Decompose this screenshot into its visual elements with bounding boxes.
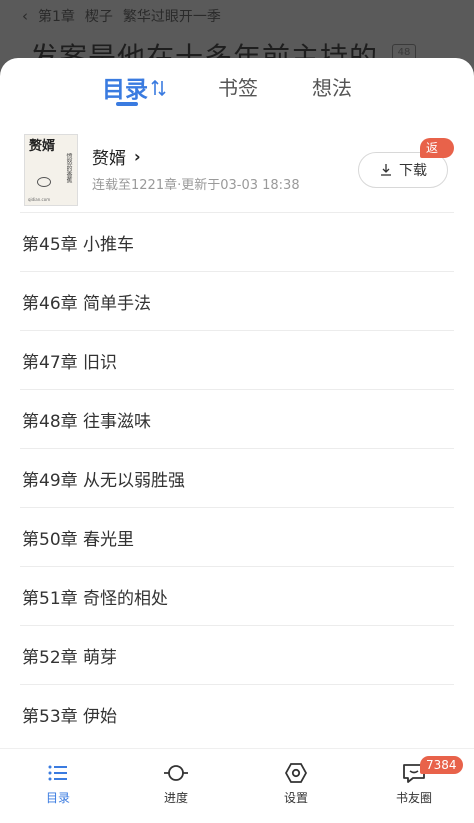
chevron-right-icon: › (134, 147, 141, 166)
progress-icon (164, 765, 188, 781)
active-tab-indicator (116, 102, 138, 106)
chapter-item[interactable]: 第50章 春光里 (20, 507, 454, 566)
nav-settings[interactable]: 设置 (266, 763, 326, 806)
nav-progress[interactable]: 进度 (146, 763, 206, 806)
friends-count-badge: 7384 (420, 756, 463, 774)
tab-bar: 目录 书签 想法 (0, 58, 474, 118)
chapter-title: 第45章 小推车 (22, 234, 135, 255)
book-cover[interactable]: 赘婿 愤怒的香蕉 qidian.com (24, 134, 78, 206)
book-title: 赘婿 (92, 149, 126, 169)
nav-settings-label: 设置 (283, 791, 308, 805)
reader-header: ‹ 第1章 楔子 繁华过眼开一季 (22, 6, 221, 26)
chapter-item[interactable]: 第51章 奇怪的相处 (20, 566, 454, 625)
download-label: 下载 (399, 163, 427, 179)
chapter-item[interactable]: 第47章 旧识 (20, 330, 454, 389)
chapter-title: 第47章 旧识 (22, 352, 118, 373)
book-update-info: 连载至1221章·更新于03-03 18:38 (92, 178, 300, 193)
chapter-title: 第46章 简单手法 (22, 293, 152, 314)
tab-toc[interactable]: 目录 (102, 70, 148, 104)
nav-friends-label: 书友圈 (395, 791, 432, 805)
rebate-badge: 返币 (420, 138, 454, 175)
chapter-title: 第49章 从无以弱胜强 (22, 470, 186, 491)
chapter-item[interactable]: 第48章 往事滋味 (20, 389, 454, 448)
tab-bookmarks[interactable]: 书签 (218, 72, 258, 101)
chapter-list: 第45章 小推车 第46章 简单手法 第47章 旧识 第48章 往事滋味 第49… (20, 212, 454, 743)
book-title-link[interactable]: 赘婿 › (92, 144, 141, 169)
chapter-title: 第50章 春光里 (22, 529, 135, 550)
chapter-title: 第51章 奇怪的相处 (22, 588, 169, 609)
cover-title: 赘婿 (29, 139, 56, 154)
bg-chapter-subtitle: 繁华过眼开一季 (122, 9, 221, 25)
nav-progress-label: 进度 (163, 791, 188, 805)
sort-icon[interactable] (150, 78, 168, 98)
cover-author: 愤怒的香蕉 (65, 153, 72, 183)
bg-chapter-label: 第1章 (38, 9, 75, 25)
chapter-title: 第48章 往事滋味 (22, 411, 152, 432)
nav-toc[interactable]: 目录 (28, 763, 88, 806)
chapter-item[interactable]: 第45章 小推车 (20, 212, 454, 271)
nav-toc-label: 目录 (45, 791, 70, 805)
cover-illustration (37, 177, 51, 187)
back-icon[interactable]: ‹ (22, 7, 28, 25)
chapter-item[interactable]: 第49章 从无以弱胜强 (20, 448, 454, 507)
chapter-item[interactable]: 第52章 萌芽 (20, 625, 454, 684)
catalog-sheet: 目录 书签 想法 赘婿 愤怒的香蕉 qidian.com 赘婿 › 连载至122… (0, 58, 474, 823)
bottom-nav: 目录 进度 设置 书友圈 (0, 748, 474, 823)
cover-url: qidian.com (28, 197, 51, 202)
bg-chapter-title: 楔子 (84, 9, 113, 25)
chapter-item[interactable]: 第46章 简单手法 (20, 271, 454, 330)
chapter-title: 第53章 伊始 (22, 706, 118, 727)
book-card[interactable]: 赘婿 愤怒的香蕉 qidian.com 赘婿 › 连载至1221章·更新于03-… (20, 132, 454, 214)
list-icon (48, 765, 67, 781)
download-icon (381, 164, 391, 176)
chapter-title: 第52章 萌芽 (22, 647, 118, 668)
tab-notes[interactable]: 想法 (312, 72, 352, 101)
chapter-item[interactable]: 第53章 伊始 (20, 684, 454, 743)
gear-icon (285, 763, 307, 783)
